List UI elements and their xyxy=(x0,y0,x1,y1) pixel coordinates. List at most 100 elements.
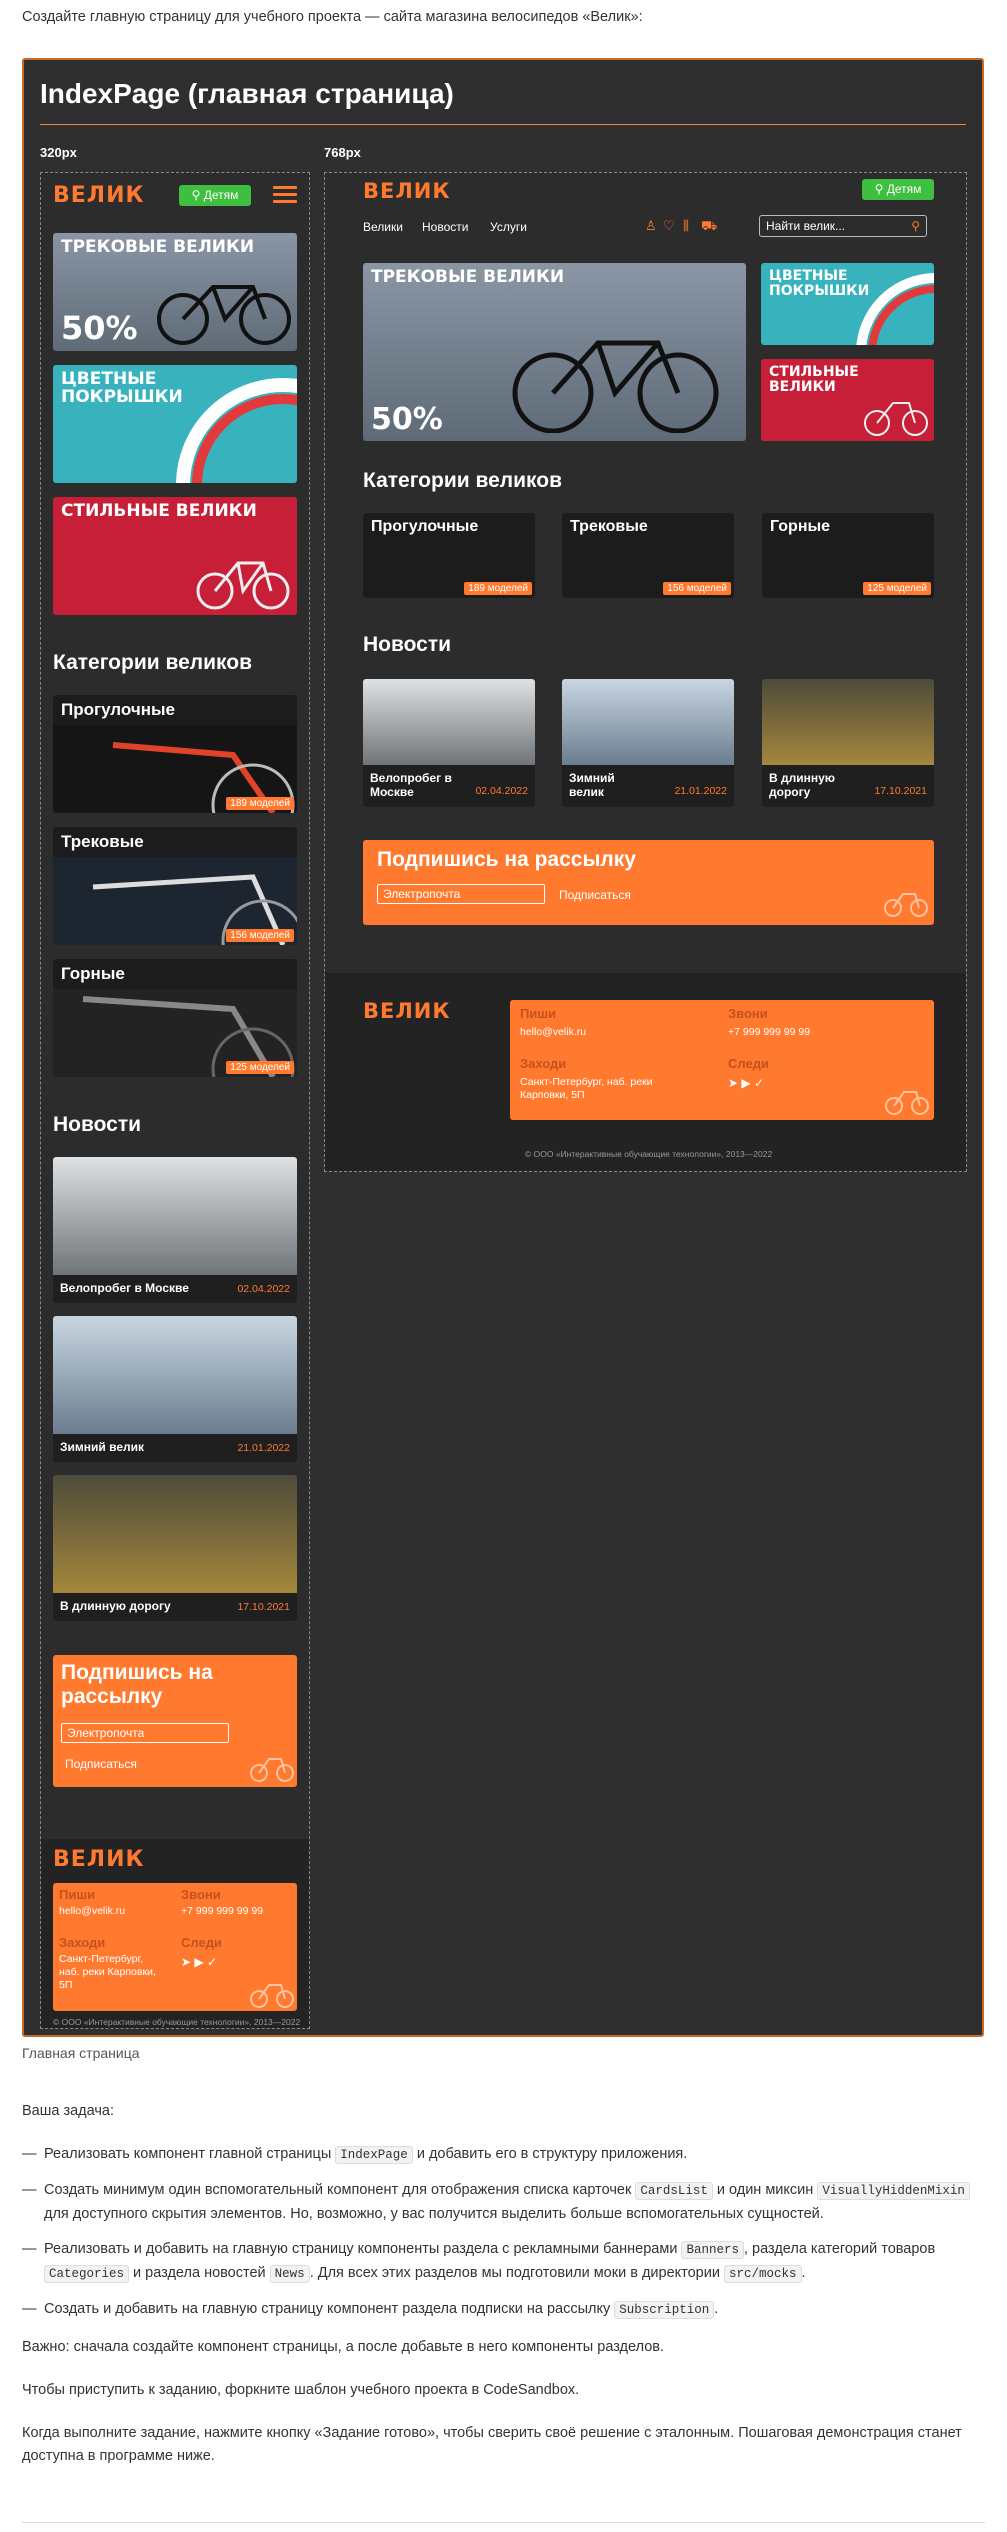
footer-contacts: Пиши hello@velik.ru Звони +7 999 999 99 … xyxy=(53,1883,297,2011)
news-card-title: Велопробег в Москве xyxy=(60,1281,189,1295)
call-label: Звони xyxy=(728,1006,768,1021)
task-item: Реализовать компонент главной страницы I… xyxy=(22,2143,982,2167)
category-name: Прогулочные xyxy=(371,518,479,535)
category-card: Прогулочные 189 моделей xyxy=(363,513,535,598)
category-count: 189 моделей xyxy=(226,797,294,810)
task-heading: Ваша задача: xyxy=(22,2103,115,2119)
follow-label: Следи xyxy=(181,1935,222,1950)
news-card: В длинную дорогу 17.10.2021 xyxy=(762,679,934,807)
banner-tires: ЦВЕТНЫЕ ПОКРЫШКИ xyxy=(761,263,934,345)
news-card: Зимний велик 21.01.2022 xyxy=(562,679,734,807)
visit-value: Санкт-Петербург, наб. реки Карповки, 5П xyxy=(59,1953,156,1991)
mobile-mockup: ВЕЛИК ⚲ Детям ТРЕКОВЫЕ ВЕЛИКИ 50% ЦВЕТНЫ… xyxy=(40,172,310,2029)
bike-image xyxy=(196,561,290,610)
write-value: hello@velik.ru xyxy=(59,1905,126,1917)
kids-button: ⚲ Детям xyxy=(179,185,251,206)
code-snippet: CardsList xyxy=(635,2182,713,2200)
banner-stylish: СТИЛЬНЫЕ ВЕЛИКИ xyxy=(53,497,297,615)
code-snippet: Categories xyxy=(44,2265,130,2283)
categories-title: Категории великов xyxy=(363,469,563,492)
news-image xyxy=(53,1316,297,1434)
news-card: В длинную дорогу 17.10.2021 xyxy=(53,1475,297,1621)
label-768: 768px xyxy=(324,145,361,160)
image-caption: Главная страница xyxy=(22,2045,140,2061)
banner-track: ТРЕКОВЫЕ ВЕЛИКИ 50% xyxy=(363,263,746,441)
footer-contacts: Пиши hello@velik.ru Звони +7 999 999 99 … xyxy=(510,1000,934,1120)
bike-image xyxy=(864,402,928,436)
news-card-date: 02.04.2022 xyxy=(475,785,528,797)
news-card-date: 21.01.2022 xyxy=(237,1442,290,1454)
bike-image xyxy=(157,285,291,345)
telegram-icon: ➤ xyxy=(728,1076,739,1090)
compare-icon: ⫼ xyxy=(683,218,689,233)
write-label: Пиши xyxy=(520,1006,557,1021)
banner-stylish-title: СТИЛЬНЫЕ ВЕЛИКИ xyxy=(769,364,859,395)
task-done: Когда выполните задание, нажмите кнопку … xyxy=(22,2425,962,2464)
subscribe-box: Подпишись на рассылку Электропочта Подпи… xyxy=(53,1655,297,1787)
bike-icon xyxy=(250,1984,294,2008)
news-image xyxy=(762,679,934,765)
heart-icon: ♡ xyxy=(663,218,675,233)
news-card: Велопробег в Москве 02.04.2022 xyxy=(53,1157,297,1303)
category-name: Трековые xyxy=(570,518,648,535)
bike-icon: ⚲ xyxy=(191,188,204,202)
nav-news: Новости xyxy=(422,220,469,234)
news-image xyxy=(53,1157,297,1275)
follow-label: Следи xyxy=(728,1056,769,1071)
banner-stylish-title: СТИЛЬНЫЕ ВЕЛИКИ xyxy=(61,501,257,521)
category-count: 125 моделей xyxy=(226,1061,294,1074)
task-item: Создать минимум один вспомогательный ком… xyxy=(22,2179,982,2226)
cart-icon: ⛟ xyxy=(701,218,718,233)
vk-icon: ✓ xyxy=(753,1076,765,1090)
banner-track-discount: 50% xyxy=(371,402,443,437)
wheel-image xyxy=(176,378,297,483)
task-note: Важно: сначала создайте компонент страни… xyxy=(22,2339,665,2355)
category-card: Прогулочные 189 моделей xyxy=(53,695,297,813)
subscribe-email-input: Электропочта xyxy=(377,884,545,904)
subscribe-title: Подпишись на рассылку xyxy=(377,848,636,871)
bike-icon xyxy=(884,893,928,917)
task-list: Реализовать компонент главной страницы I… xyxy=(22,2143,982,2322)
news-title: Новости xyxy=(53,1113,142,1136)
news-image xyxy=(363,679,535,765)
task-item: Создать и добавить на главную страницу к… xyxy=(22,2298,982,2322)
social-icons: ➤ ▶ ✓ xyxy=(728,1076,764,1090)
category-name: Прогулочные xyxy=(61,700,175,719)
banner-stylish: СТИЛЬНЫЕ ВЕЛИКИ xyxy=(761,359,934,441)
youtube-icon: ▶ xyxy=(194,1955,204,1969)
category-name: Горные xyxy=(770,518,831,535)
kids-label: Детям xyxy=(886,182,922,196)
call-value: +7 999 999 99 99 xyxy=(181,1905,264,1917)
task-item: Реализовать и добавить на главную страни… xyxy=(22,2238,982,2286)
bike-icon xyxy=(885,1091,929,1115)
category-card: Трековые 156 моделей xyxy=(562,513,734,598)
logo: ВЕЛИК xyxy=(53,183,145,208)
bottom-divider xyxy=(22,2522,985,2523)
visit-label: Заходи xyxy=(59,1935,106,1950)
kids-label: Детям xyxy=(203,188,239,202)
logo: ВЕЛИК xyxy=(363,179,451,203)
category-card: Горные 125 моделей xyxy=(53,959,297,1077)
code-snippet: src/mocks xyxy=(723,2265,802,2283)
news-title: Новости xyxy=(363,633,452,656)
kids-button: ⚲ Детям xyxy=(862,179,934,200)
code-snippet: IndexPage xyxy=(335,2146,413,2164)
label-320: 320px xyxy=(40,145,77,160)
burger-icon xyxy=(273,186,297,204)
category-count: 189 моделей xyxy=(464,582,532,595)
category-name: Трековые xyxy=(61,832,144,851)
news-card-title: Зимний велик xyxy=(569,771,615,799)
subscribe-title: Подпишись на рассылку xyxy=(61,1661,213,1709)
search-placeholder: Найти велик... xyxy=(766,219,846,233)
banner-track-discount: 50% xyxy=(61,309,138,347)
visit-value: Санкт-Петербург, наб. реки Карповки, 5П xyxy=(520,1076,653,1101)
news-card-date: 02.04.2022 xyxy=(237,1283,290,1295)
news-card-title: Велопробег в Москве xyxy=(370,771,452,799)
tablet-mockup: ВЕЛИК ⚲ Детям Велики Новости Услуги ♙ ♡ … xyxy=(324,172,967,1172)
bike-image xyxy=(512,340,719,433)
write-value: hello@velik.ru xyxy=(520,1026,587,1038)
news-card: Зимний велик 21.01.2022 xyxy=(53,1316,297,1462)
category-card: Горные 125 моделей xyxy=(762,513,934,598)
call-value: +7 999 999 99 99 xyxy=(728,1026,811,1038)
news-card-date: 17.10.2021 xyxy=(874,785,927,797)
